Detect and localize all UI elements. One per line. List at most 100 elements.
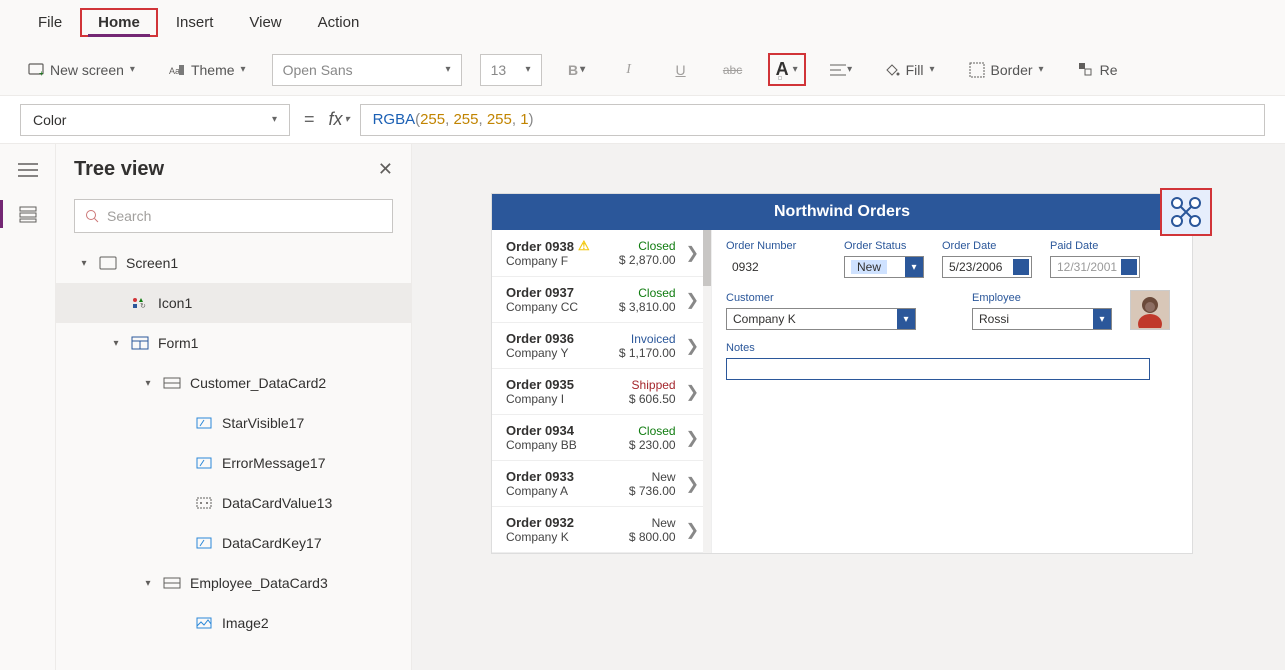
menu-file[interactable]: File bbox=[20, 8, 80, 37]
order-detail-form: Order Number 0932 Order Status New▾ Orde… bbox=[712, 230, 1192, 553]
close-icon[interactable]: ✕ bbox=[378, 159, 393, 180]
fill-button[interactable]: Fill ▾ bbox=[876, 58, 943, 82]
tree-item-starvisible[interactable]: StarVisible17 bbox=[56, 403, 411, 443]
formula-func: RGBA bbox=[373, 111, 416, 128]
label-icon bbox=[194, 417, 214, 429]
menu-view[interactable]: View bbox=[231, 8, 299, 37]
tree-item-form1[interactable]: ▾ Form1 bbox=[56, 323, 411, 363]
collapse-icon[interactable]: ▾ bbox=[142, 378, 154, 389]
tree-item-datacardkey[interactable]: DataCardKey17 bbox=[56, 523, 411, 563]
strikethrough-button[interactable]: abc bbox=[716, 54, 750, 86]
order-list-item[interactable]: Order 0933Company ANew$ 736.00❯ bbox=[492, 461, 711, 507]
chevron-down-icon: ▾ bbox=[793, 64, 798, 75]
order-list-item[interactable]: Order 0936Company YInvoiced$ 1,170.00❯ bbox=[492, 323, 711, 369]
border-button[interactable]: Border ▾ bbox=[961, 58, 1052, 82]
paid-date-input[interactable]: 12/31/2001 bbox=[1050, 256, 1140, 278]
chevron-down-icon: ▾ bbox=[446, 64, 451, 75]
icons-icon: ↻ bbox=[130, 296, 150, 310]
field-value: Company K bbox=[733, 312, 796, 326]
order-list-item[interactable]: Order 0935Company IShipped$ 606.50❯ bbox=[492, 369, 711, 415]
tree-item-screen1[interactable]: ▾ Screen1 bbox=[56, 243, 411, 283]
menu-insert[interactable]: Insert bbox=[158, 8, 232, 37]
tree-item-label: DataCardKey17 bbox=[222, 535, 322, 551]
form-icon bbox=[130, 336, 150, 350]
chevron-right-icon: ❯ bbox=[682, 290, 703, 310]
tree-item-label: StarVisible17 bbox=[222, 415, 304, 431]
italic-button[interactable]: I bbox=[612, 54, 646, 86]
order-list-item[interactable]: Order 0932Company KNew$ 800.00❯ bbox=[492, 507, 711, 553]
underline-button[interactable]: U bbox=[664, 54, 698, 86]
screen-icon bbox=[98, 256, 118, 270]
chevron-right-icon: ❯ bbox=[682, 428, 703, 448]
field-value: Rossi bbox=[979, 312, 1009, 326]
new-screen-label: New screen bbox=[50, 62, 124, 78]
order-list-item[interactable]: Order 0938⚠Company FClosed$ 2,870.00❯ bbox=[492, 230, 711, 277]
font-color-swatch bbox=[778, 76, 782, 80]
chevron-down-icon: ▾ bbox=[272, 114, 277, 125]
formula-input[interactable]: RGBA(255, 255, 255, 1) bbox=[360, 104, 1265, 136]
property-select[interactable]: Color ▾ bbox=[20, 104, 290, 136]
hamburger-button[interactable] bbox=[16, 158, 40, 182]
label-icon bbox=[194, 537, 214, 549]
property-value: Color bbox=[33, 112, 66, 128]
font-name-select[interactable]: Open Sans ▾ bbox=[272, 54, 462, 86]
app-preview: Northwind Orders Order 0938⚠C bbox=[492, 194, 1192, 553]
fx-button[interactable]: fx ▾ bbox=[329, 109, 350, 130]
notes-input[interactable] bbox=[726, 358, 1150, 380]
tree-item-customer-datacard[interactable]: ▾ Customer_DataCard2 bbox=[56, 363, 411, 403]
theme-label: Theme bbox=[191, 62, 235, 78]
formula-bar: Color ▾ = fx ▾ RGBA(255, 255, 255, 1) bbox=[0, 96, 1285, 144]
employee-select[interactable]: Rossi▾ bbox=[972, 308, 1112, 330]
chevron-right-icon: ❯ bbox=[682, 382, 703, 402]
tree-item-employee-datacard[interactable]: ▾ Employee_DataCard3 bbox=[56, 563, 411, 603]
image-icon bbox=[194, 617, 214, 629]
tree-search-input[interactable]: Search bbox=[74, 199, 393, 233]
new-screen-button[interactable]: + New screen ▾ bbox=[20, 58, 143, 82]
canvas[interactable]: Northwind Orders Order 0938⚠C bbox=[412, 144, 1285, 670]
tree-item-label: ErrorMessage17 bbox=[222, 455, 326, 471]
tree-item-datacardvalue[interactable]: DataCardValue13 bbox=[56, 483, 411, 523]
tree-view-rail-button[interactable] bbox=[16, 202, 40, 226]
menu-action[interactable]: Action bbox=[300, 8, 378, 37]
order-list-item[interactable]: Order 0934Company BBClosed$ 230.00❯ bbox=[492, 415, 711, 461]
app-title: Northwind Orders bbox=[774, 203, 910, 221]
tree-item-image2[interactable]: Image2 bbox=[56, 603, 411, 643]
collapse-icon[interactable]: ▾ bbox=[78, 258, 90, 269]
order-date-input[interactable]: 5/23/2006 bbox=[942, 256, 1032, 278]
field-label: Paid Date bbox=[1050, 240, 1140, 252]
order-status-select[interactable]: New▾ bbox=[844, 256, 924, 278]
order-list[interactable]: Order 0938⚠Company FClosed$ 2,870.00❯Ord… bbox=[492, 230, 712, 553]
menu-home[interactable]: Home bbox=[80, 8, 158, 37]
collapse-icon[interactable]: ▾ bbox=[142, 578, 154, 589]
field-label: Notes bbox=[726, 342, 1150, 354]
tree-item-label: DataCardValue13 bbox=[222, 495, 332, 511]
font-size-select[interactable]: 13 ▾ bbox=[480, 54, 542, 86]
field-value: New bbox=[851, 260, 887, 274]
tree-item-icon1[interactable]: ↻ Icon1 bbox=[56, 283, 411, 323]
left-rail bbox=[0, 144, 56, 670]
chevron-right-icon: ❯ bbox=[682, 520, 703, 540]
formula-arg: 255 bbox=[487, 111, 512, 128]
collapse-icon[interactable]: ▾ bbox=[110, 338, 122, 349]
reorder-button[interactable]: Re bbox=[1070, 58, 1126, 82]
border-icon bbox=[969, 62, 985, 78]
theme-button[interactable]: Aa Theme ▾ bbox=[161, 58, 254, 82]
customer-select[interactable]: Company K▾ bbox=[726, 308, 916, 330]
scrollbar-thumb[interactable] bbox=[703, 230, 711, 286]
chevron-down-icon: ▾ bbox=[130, 64, 135, 75]
tree-item-errormessage[interactable]: ErrorMessage17 bbox=[56, 443, 411, 483]
selected-icon-control[interactable] bbox=[1160, 188, 1212, 236]
font-size-value: 13 bbox=[491, 62, 507, 78]
align-button[interactable]: ▾ bbox=[824, 54, 858, 86]
order-list-item[interactable]: Order 0937Company CCClosed$ 3,810.00❯ bbox=[492, 277, 711, 323]
chevron-down-icon: ▾ bbox=[929, 64, 934, 75]
calendar-icon bbox=[1013, 259, 1029, 275]
order-number-input[interactable]: 0932 bbox=[726, 256, 826, 278]
font-color-button[interactable]: A ▾ bbox=[768, 53, 806, 86]
chevron-down-icon: ▾ bbox=[241, 64, 246, 75]
calendar-icon bbox=[1121, 259, 1137, 275]
bold-button[interactable]: B▾ bbox=[560, 54, 594, 86]
field-value: 5/23/2006 bbox=[949, 260, 1002, 274]
svg-text:Aa: Aa bbox=[169, 66, 180, 76]
menu-bar: File Home Insert View Action bbox=[0, 0, 1285, 44]
